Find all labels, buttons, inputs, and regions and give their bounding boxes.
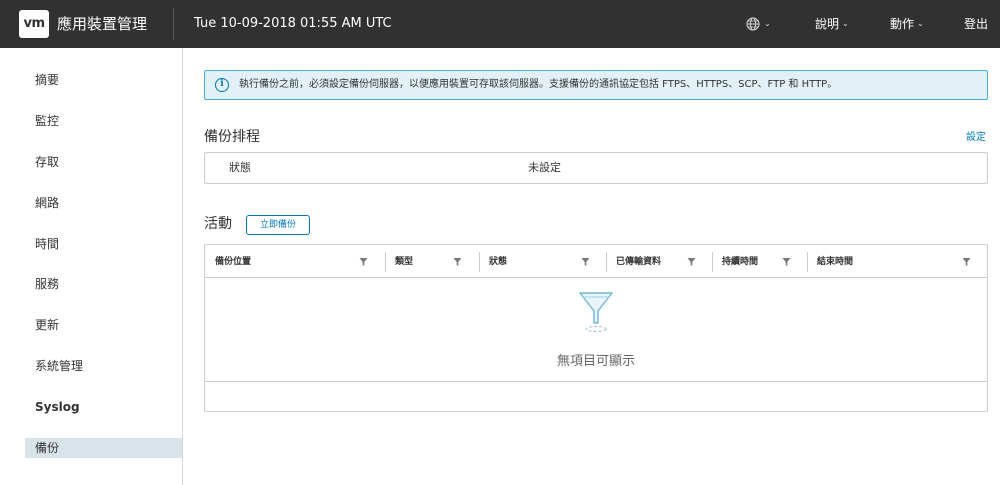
chevron-down-icon: ⌄ — [764, 19, 771, 28]
schedule-section-title: 備份排程 — [204, 129, 260, 145]
sidebar-item-update[interactable]: 更新 — [25, 315, 182, 335]
column-separator[interactable] — [606, 252, 607, 272]
funnel-glass-icon — [579, 292, 613, 332]
help-menu-label: 說明 — [815, 17, 840, 31]
empty-message: 無項目可顯示 — [556, 354, 635, 369]
logout-label: 登出 — [964, 17, 989, 31]
schedule-settings-link[interactable]: 設定 — [966, 131, 986, 145]
filter-icon[interactable] — [581, 257, 590, 267]
sidebar-item-summary[interactable]: 摘要 — [25, 70, 182, 90]
status-value: 未設定 — [528, 161, 561, 174]
column-separator[interactable] — [479, 252, 480, 272]
backup-now-button[interactable]: 立即備份 — [246, 215, 310, 235]
help-menu[interactable]: 說明 ⌄ — [815, 15, 849, 33]
sidebar-item-services[interactable]: 服務 — [25, 274, 182, 294]
actions-menu-label: 動作 — [890, 17, 915, 31]
header-datetime: Tue 10-09-2018 01:55 AM UTC — [194, 16, 392, 31]
header-divider — [173, 8, 174, 40]
globe-icon — [746, 17, 760, 31]
status-label: 狀態 — [229, 161, 251, 174]
activity-grid: 備份位置 類型 狀態 已傳輸資料 持續時間 結束時間 無項目可顯示 — [204, 244, 988, 412]
grid-empty-placeholder: 無項目可顯示 — [205, 279, 987, 382]
column-separator[interactable] — [712, 252, 713, 272]
language-menu[interactable]: ⌄ — [746, 15, 771, 33]
sidebar-item-backup[interactable]: 備份 — [25, 438, 182, 458]
sidebar-item-time[interactable]: 時間 — [25, 234, 182, 254]
filter-icon[interactable] — [962, 257, 971, 267]
column-header-backup-location[interactable]: 備份位置 — [215, 255, 251, 269]
grid-footer — [205, 383, 987, 411]
info-alert: i 執行備份之前，必須設定備份伺服器，以便應用裝置可存取該伺服器。支援備份的通訊… — [204, 70, 988, 100]
column-header-status[interactable]: 狀態 — [489, 255, 507, 269]
column-header-duration[interactable]: 持續時間 — [722, 255, 758, 269]
sidebar-item-network[interactable]: 網路 — [25, 193, 182, 213]
chevron-down-icon: ⌄ — [842, 19, 849, 28]
activity-section-title: 活動 — [204, 216, 232, 232]
sidebar-item-monitor[interactable]: 監控 — [25, 111, 182, 131]
logout-link[interactable]: 登出 — [964, 15, 988, 33]
filter-icon[interactable] — [359, 257, 368, 267]
filter-icon[interactable] — [782, 257, 791, 267]
alert-message: 執行備份之前，必須設定備份伺服器，以便應用裝置可存取該伺服器。支援備份的通訊協定… — [239, 79, 838, 90]
column-header-data-transferred[interactable]: 已傳輸資料 — [616, 255, 661, 269]
sidebar-item-syslog[interactable]: Syslog — [25, 397, 182, 417]
column-header-type[interactable]: 類型 — [395, 255, 413, 269]
filter-icon[interactable] — [687, 257, 696, 267]
actions-menu[interactable]: 動作 ⌄ — [890, 15, 924, 33]
column-separator[interactable] — [807, 252, 808, 272]
sidebar-item-administration[interactable]: 系統管理 — [25, 356, 182, 376]
info-icon: i — [215, 78, 229, 92]
chevron-down-icon: ⌄ — [917, 19, 924, 28]
schedule-status-box: 狀態 未設定 — [204, 152, 988, 184]
sidebar-item-access[interactable]: 存取 — [25, 152, 182, 172]
column-separator[interactable] — [385, 252, 386, 272]
sidebar-nav: 摘要 監控 存取 網路 時間 服務 更新 系統管理 Syslog 備份 — [0, 48, 183, 485]
vmware-logo: vm — [19, 10, 49, 38]
column-header-end-time[interactable]: 結束時間 — [817, 255, 853, 269]
filter-icon[interactable] — [453, 257, 462, 267]
app-title: 應用裝置管理 — [57, 15, 148, 33]
grid-header: 備份位置 類型 狀態 已傳輸資料 持續時間 結束時間 — [205, 245, 987, 278]
top-header: vm 應用裝置管理 Tue 10-09-2018 01:55 AM UTC ⌄ … — [0, 0, 1000, 48]
